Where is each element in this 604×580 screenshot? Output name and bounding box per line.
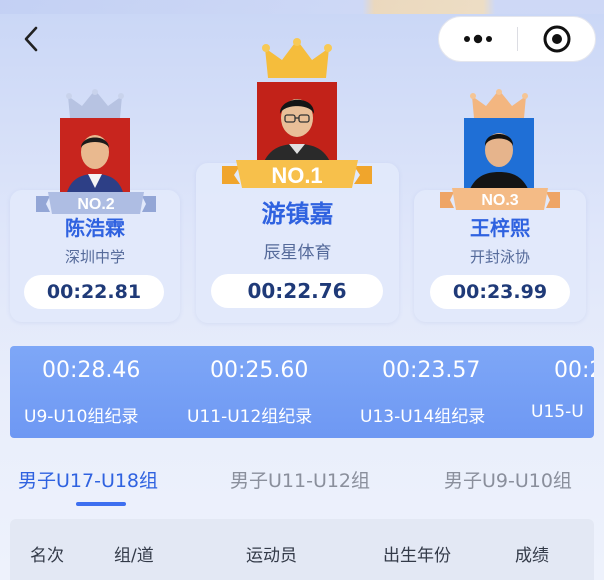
silver-crown-icon [66, 89, 124, 118]
rank-label-second: NO.2 [77, 196, 114, 213]
active-tab-indicator [76, 502, 126, 506]
rank-label-third: NO.3 [481, 192, 518, 209]
athlete-photo-third [464, 118, 534, 194]
rank-label-first: NO.1 [271, 163, 322, 188]
records-carousel[interactable]: 00:28.46 U9-U10组纪录 00:25.60 U11-U12组纪录 0… [10, 346, 594, 438]
record-label: U9-U10组纪录 [24, 407, 139, 427]
chevron-left-icon [24, 26, 38, 52]
record-time: 00:28.46 [42, 358, 141, 383]
rank-ribbon-first: NO.1 [222, 160, 372, 188]
rank-ribbon-third: NO.3 [440, 188, 560, 210]
record-label: U11-U12组纪录 [187, 407, 313, 427]
record-label: U13-U14组纪录 [360, 407, 486, 427]
column-header-result: 成绩 [515, 546, 549, 566]
record-time: 00:25.60 [210, 358, 309, 383]
more-dots-icon [464, 34, 492, 44]
record-time: 00:2 [554, 358, 594, 383]
mini-program-capsule [438, 16, 596, 62]
tab-boys-u17-u18[interactable]: 男子U17-U18组 [18, 466, 158, 493]
column-header-rank: 名次 [30, 546, 64, 566]
athlete-name-second: 陈浩霖 [65, 216, 125, 240]
more-button[interactable] [439, 17, 517, 61]
athlete-photo-first [257, 82, 337, 170]
athlete-photo-second [60, 118, 130, 196]
top-status-strip [0, 0, 604, 14]
record-label: U15-U [531, 402, 584, 422]
back-button[interactable] [14, 22, 48, 56]
athlete-club-second: 深圳中学 [64, 248, 125, 266]
close-button[interactable] [518, 17, 595, 61]
tab-boys-u11-u12[interactable]: 男子U11-U12组 [230, 466, 370, 493]
athlete-time-second: 00:22.81 [24, 275, 164, 309]
athlete-name-third: 王梓熙 [470, 216, 530, 240]
gold-crown-icon [262, 38, 332, 78]
column-header-athlete: 运动员 [246, 546, 297, 566]
athlete-name-first: 游镇嘉 [261, 200, 334, 228]
record-time: 00:23.57 [382, 358, 481, 383]
athlete-time-first: 00:22.76 [211, 274, 383, 308]
tab-boys-u9-u10[interactable]: 男子U9-U10组 [444, 466, 572, 493]
athlete-club-first: 辰星体育 [263, 243, 332, 263]
athlete-club-third: 开封泳协 [469, 248, 530, 266]
target-close-icon [543, 25, 570, 53]
bronze-crown-icon [470, 89, 528, 118]
column-header-group-lane: 组/道 [114, 546, 154, 566]
athlete-time-third: 00:23.99 [430, 275, 570, 309]
results-table-header: 名次 组/道 运动员 出生年份 成绩 [10, 519, 594, 580]
column-header-birth-year: 出生年份 [383, 546, 451, 566]
